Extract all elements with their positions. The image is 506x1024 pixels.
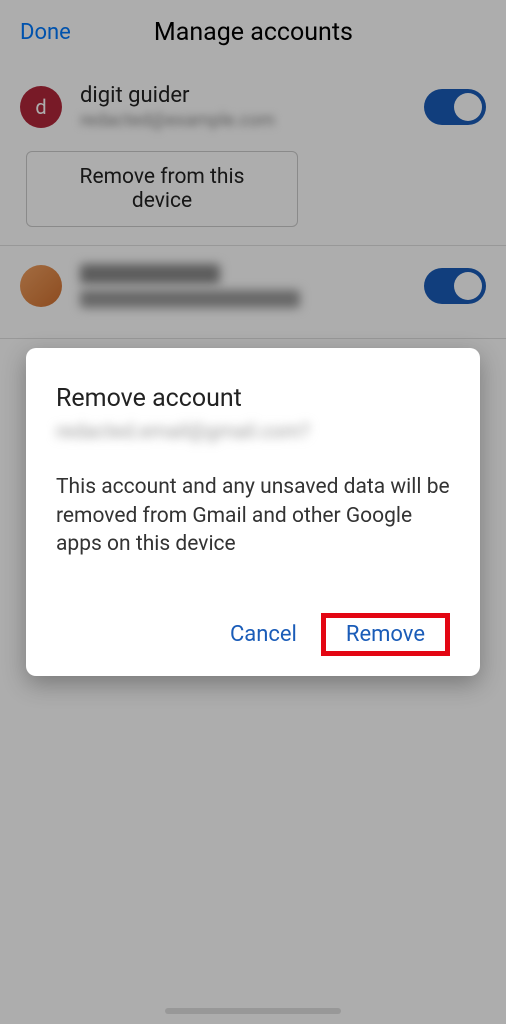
cancel-button[interactable]: Cancel <box>220 616 307 653</box>
remove-account-dialog: Remove account redacted.email@gmail.com?… <box>26 348 480 675</box>
remove-confirm-button[interactable]: Remove <box>334 616 437 653</box>
dialog-title: Remove account <box>56 384 450 413</box>
modal-overlay[interactable]: Remove account redacted.email@gmail.com?… <box>0 0 506 1024</box>
dialog-subtitle: redacted.email@gmail.com? <box>56 419 450 443</box>
dialog-body-text: This account and any unsaved data will b… <box>56 473 450 558</box>
dialog-actions: Cancel Remove <box>56 613 450 656</box>
highlight-annotation: Remove <box>321 613 450 656</box>
